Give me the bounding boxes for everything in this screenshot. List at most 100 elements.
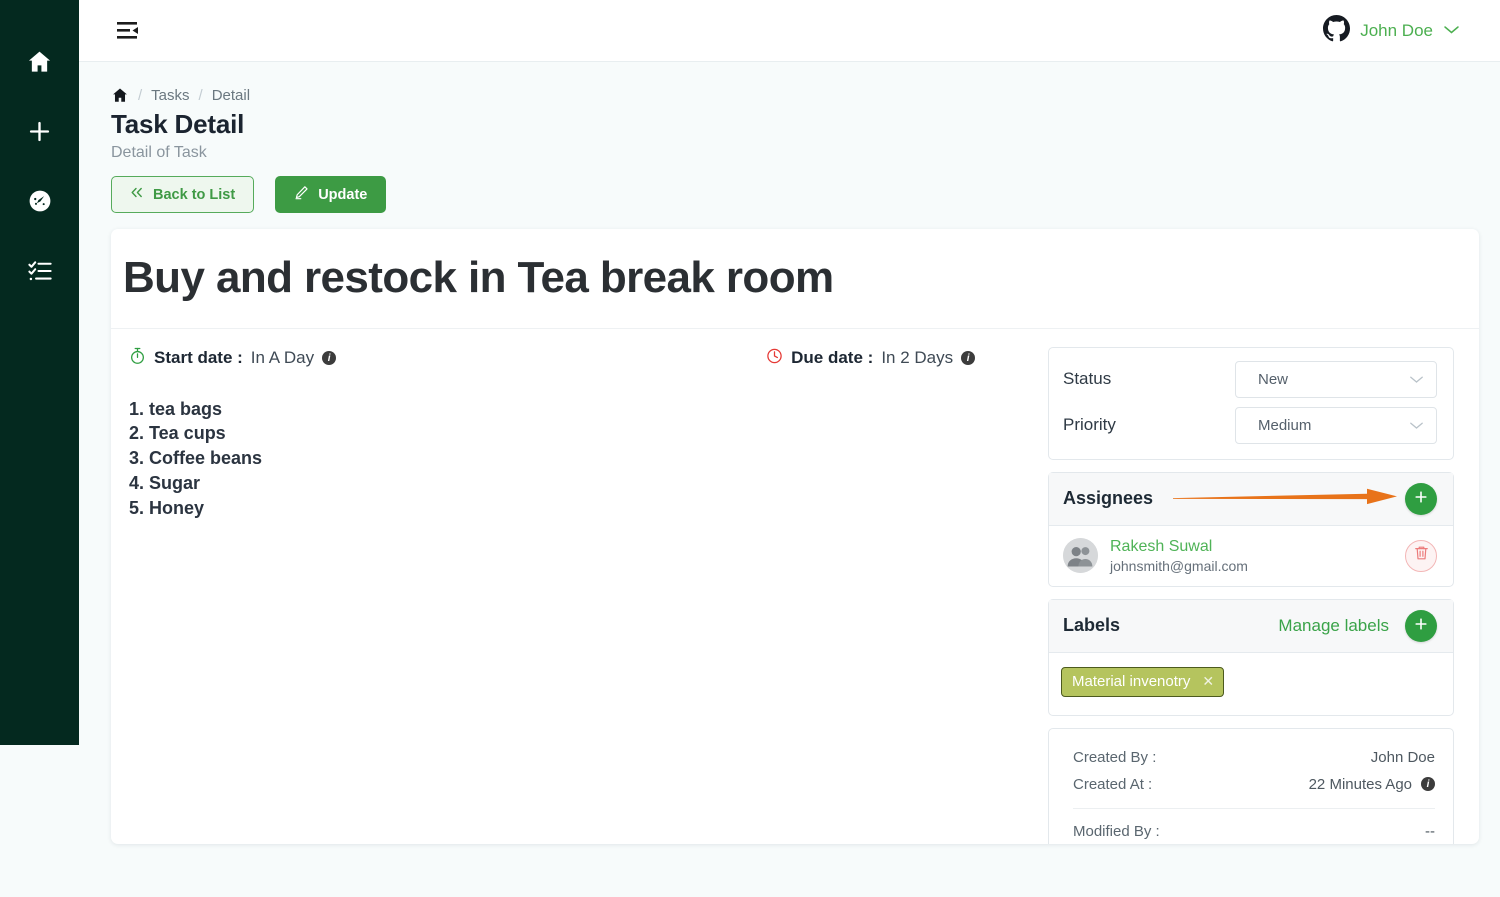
table-row: Rakesh Suwal johnsmith@gmail.com — [1049, 526, 1453, 586]
user-menu[interactable]: John Doe — [1323, 14, 1460, 47]
labels-box: Labels Manage labels Material invenotry … — [1048, 598, 1454, 716]
assignees-heading: Assignees — [1063, 488, 1154, 509]
meta-row-modified-by: Modified By : -- — [1073, 818, 1435, 844]
start-date-value: In A Day — [250, 348, 315, 368]
app-root: John Doe / Tasks / Detail Task Detail De… — [0, 0, 1500, 897]
breadcrumb-separator: / — [138, 86, 143, 104]
task-right-pane: Status New Priority Medium Assignees Rak… — [1036, 329, 1479, 844]
add-assignee-button[interactable] — [1405, 482, 1437, 515]
user-name: John Doe — [1360, 20, 1433, 40]
meta-row-created-at: Created At : 22 Minutes Ago i — [1073, 771, 1435, 798]
list-item: Honey — [149, 497, 1016, 521]
assignee-info: Rakesh Suwal johnsmith@gmail.com — [1110, 538, 1405, 574]
page-subtitle: Detail of Task — [111, 144, 207, 161]
priority-select[interactable]: Medium — [1235, 406, 1437, 444]
task-card-body: Start date : In A Day i Due date: In 2 … — [111, 329, 1479, 844]
pencil-icon — [294, 185, 309, 204]
created-at-label: Created At : — [1073, 775, 1153, 793]
labels-header: Labels Manage labels — [1049, 599, 1453, 653]
due-date-value: In 2 Days — [881, 348, 954, 368]
trash-icon — [1414, 545, 1429, 566]
list-item: Tea cups — [149, 422, 1016, 446]
status-select[interactable]: New — [1235, 360, 1437, 398]
meta-group-modified: Modified By : -- Modified At : i — [1073, 807, 1435, 844]
plus-icon — [1413, 489, 1429, 509]
due-date-info-icon[interactable]: i — [961, 351, 976, 366]
priority-value: Medium — [1258, 416, 1312, 434]
list-item: tea bags — [149, 398, 1016, 422]
sidebar-item-add[interactable] — [0, 96, 79, 166]
github-icon — [1323, 14, 1351, 47]
created-by-value: John Doe — [1370, 748, 1435, 766]
stopwatch-icon — [129, 347, 146, 370]
status-row: Status New — [1063, 360, 1437, 398]
clock-icon — [766, 347, 783, 370]
add-label-button[interactable] — [1405, 609, 1437, 642]
created-at-info-icon[interactable]: i — [1421, 777, 1435, 792]
status-priority-box: Status New Priority Medium — [1048, 346, 1454, 460]
close-icon[interactable]: ✕ — [1202, 673, 1214, 690]
breadcrumb-home-icon[interactable] — [111, 86, 129, 104]
assignee-name[interactable]: Rakesh Suwal — [1110, 538, 1405, 556]
due-date-label: Due date : — [791, 348, 874, 368]
double-chevron-left-icon — [130, 186, 144, 203]
modified-by-value: -- — [1425, 822, 1435, 840]
avatar — [1063, 538, 1098, 574]
page-title: Task Detail — [111, 109, 245, 139]
home-icon — [26, 48, 53, 75]
start-date-label: Start date : — [154, 348, 243, 368]
breadcrumb: / Tasks / Detail — [111, 86, 1460, 104]
chevron-down-icon — [1409, 417, 1424, 434]
action-button-row: Back to List Update — [111, 176, 1460, 213]
checklist-icon — [27, 258, 53, 284]
labels-heading: Labels — [1063, 615, 1121, 636]
status-value: New — [1258, 370, 1289, 388]
back-to-list-button[interactable]: Back to List — [111, 176, 255, 213]
sidebar-item-tasks[interactable] — [0, 236, 79, 306]
update-label: Update — [318, 186, 368, 203]
start-date-block: Start date : In A Day i — [129, 347, 337, 370]
back-to-list-label: Back to List — [153, 186, 236, 203]
task-description-list: tea bags Tea cups Coffee beans Sugar Hon… — [149, 398, 1016, 522]
breadcrumb-separator-2: / — [198, 86, 203, 104]
task-detail-card: Buy and restock in Tea break room Start … — [111, 229, 1479, 844]
status-label: Status — [1063, 369, 1112, 389]
plus-icon — [26, 118, 53, 145]
label-chip-text: Material invenotry — [1072, 672, 1191, 690]
modified-by-label: Modified By : — [1073, 822, 1160, 840]
meta-group-created: Created By : John Doe Created At : 22 Mi… — [1073, 735, 1435, 808]
sidebar-item-home[interactable] — [0, 26, 79, 96]
remove-assignee-button[interactable] — [1405, 539, 1437, 572]
task-title: Buy and restock in Tea break room — [123, 253, 834, 302]
chevron-down-icon — [1443, 22, 1460, 40]
update-button[interactable]: Update — [275, 176, 387, 213]
sidebar — [0, 0, 79, 745]
label-chip[interactable]: Material invenotry ✕ — [1061, 666, 1225, 697]
priority-row: Priority Medium — [1063, 406, 1437, 444]
task-left-pane: Start date : In A Day i Due date: In 2 … — [111, 329, 1036, 844]
priority-label: Priority — [1063, 415, 1116, 435]
list-item: Coffee beans — [149, 447, 1016, 471]
breadcrumb-item-tasks[interactable]: Tasks — [151, 87, 189, 104]
start-date-info-icon[interactable]: i — [322, 351, 337, 366]
labels-body: Material invenotry ✕ — [1049, 653, 1453, 715]
plus-icon — [1413, 616, 1429, 636]
page-content: / Tasks / Detail Task Detail Detail of T… — [79, 62, 1500, 897]
menu-fold-icon[interactable] — [116, 20, 140, 42]
task-title-header: Buy and restock in Tea break room — [111, 229, 1479, 329]
task-meta-box: Created By : John Doe Created At : 22 Mi… — [1048, 727, 1454, 844]
assignees-box: Assignees Rakesh Suwal johnsmith@gmail.c… — [1048, 471, 1454, 587]
assignees-header: Assignees — [1049, 472, 1453, 526]
main-column: John Doe / Tasks / Detail Task Detail De… — [79, 0, 1500, 897]
meta-row-created-by: Created By : John Doe — [1073, 744, 1435, 771]
sidebar-item-dashboard[interactable] — [0, 166, 79, 236]
orange-arrow-icon — [1171, 485, 1403, 512]
speedometer-icon — [27, 188, 53, 214]
created-at-value-wrap: 22 Minutes Ago i — [1309, 776, 1435, 793]
chevron-down-icon — [1409, 371, 1424, 388]
topbar: John Doe — [79, 0, 1500, 62]
due-date-block: Due date : In 2 Days i — [766, 347, 976, 370]
breadcrumb-item-detail: Detail — [211, 86, 251, 104]
manage-labels-link[interactable]: Manage labels — [1278, 616, 1389, 636]
list-item: Sugar — [149, 472, 1016, 496]
